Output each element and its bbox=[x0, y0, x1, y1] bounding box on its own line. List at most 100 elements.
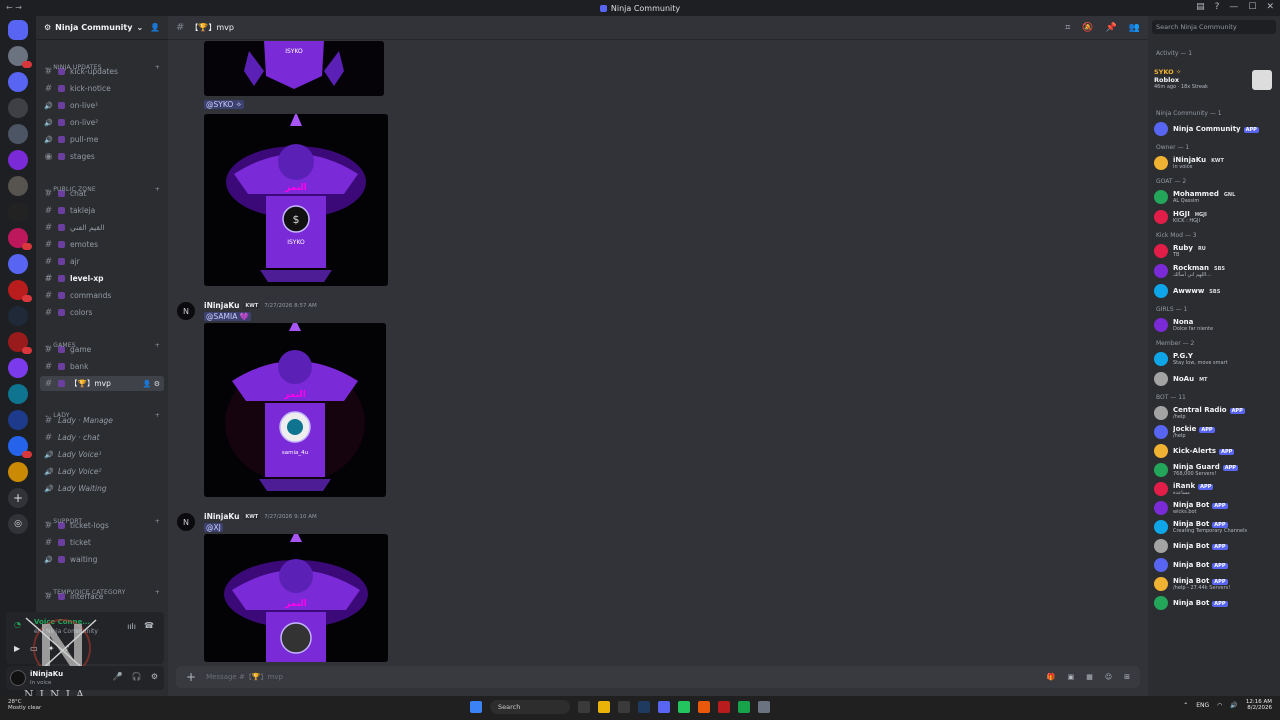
member-item[interactable]: Awwww SBS bbox=[1154, 282, 1276, 300]
server-icon[interactable] bbox=[8, 358, 28, 378]
server-icon[interactable] bbox=[8, 124, 28, 144]
gift-icon[interactable]: 🎁 bbox=[1047, 673, 1056, 681]
channel-item[interactable]: 🔊 on-live¹ bbox=[40, 98, 164, 113]
channel-item[interactable]: # commands bbox=[40, 288, 164, 303]
member-item[interactable]: Kick-Alerts APP bbox=[1154, 442, 1276, 460]
sticker-icon[interactable]: ▦ bbox=[1086, 673, 1093, 681]
category-header[interactable]: ⌄ PUBLIC ZONE + bbox=[44, 186, 160, 193]
wifi-icon[interactable]: ◠ bbox=[1217, 702, 1222, 709]
mute-icon[interactable]: 🎤 bbox=[113, 672, 123, 681]
disconnect-icon[interactable]: ☎ bbox=[144, 621, 154, 630]
channel-item[interactable]: # takleja bbox=[40, 203, 164, 218]
member-item[interactable]: HGJI HGJI KICK : HGJI bbox=[1154, 208, 1276, 226]
mvp-card-image[interactable]: النمر $ ISYKO bbox=[204, 114, 388, 286]
avatar[interactable] bbox=[10, 670, 26, 686]
taskbar-search[interactable]: Search bbox=[490, 700, 570, 714]
user-name[interactable]: iNinjaKu bbox=[30, 670, 63, 678]
store-icon[interactable] bbox=[618, 701, 630, 713]
close-button[interactable]: ✕ bbox=[1266, 2, 1274, 12]
server-icon[interactable] bbox=[8, 462, 28, 482]
channel-item[interactable]: 🔊 Lady Voice¹ bbox=[40, 447, 164, 462]
home-button[interactable] bbox=[8, 20, 28, 40]
server-icon[interactable] bbox=[8, 280, 32, 302]
steam-icon[interactable] bbox=[638, 701, 650, 713]
user-mention[interactable]: @SAMIA 💜 bbox=[204, 312, 252, 321]
channel-item[interactable]: 🔊 on-live² bbox=[40, 115, 164, 130]
add-server-button[interactable]: + bbox=[8, 488, 28, 508]
category-header[interactable]: ⌄ SUPPORT + bbox=[44, 518, 160, 525]
user-mention[interactable]: @SYKO ✧ bbox=[204, 100, 244, 109]
discord-icon[interactable] bbox=[658, 701, 670, 713]
mvp-card-image[interactable]: النمر bbox=[204, 534, 388, 662]
tray-chevron-icon[interactable]: ⌃ bbox=[1183, 702, 1188, 709]
member-item[interactable]: Ruby RU TB bbox=[1154, 242, 1276, 260]
mvp-card-image[interactable]: النمر samia_4u bbox=[204, 323, 386, 497]
noise-suppression-icon[interactable]: ıılı bbox=[127, 622, 136, 631]
member-item[interactable]: Ninja Bot APP bbox=[1154, 556, 1276, 574]
category-header[interactable]: ⌄ TEMPVOICE CATEGORY + bbox=[44, 589, 160, 596]
member-item[interactable]: Ninja Bot APP bbox=[1154, 537, 1276, 555]
message-input[interactable]: Message #【🏆】mvp bbox=[206, 672, 283, 682]
channel-item[interactable]: # bank bbox=[40, 359, 164, 374]
member-item[interactable]: Rockman SBS اللهم اني أسألك... bbox=[1154, 262, 1276, 280]
language-indicator[interactable]: ENG bbox=[1196, 702, 1209, 709]
server-icon[interactable] bbox=[8, 98, 28, 118]
avatar[interactable]: N bbox=[176, 301, 196, 321]
server-icon[interactable] bbox=[8, 72, 28, 92]
search-input[interactable]: Search Ninja Community bbox=[1152, 20, 1276, 34]
category-header[interactable]: ⌄ Lady + bbox=[44, 412, 160, 419]
brave-icon[interactable] bbox=[698, 701, 710, 713]
category-header[interactable]: ⌄ NINJA UPDATES + bbox=[44, 64, 160, 71]
member-item[interactable]: P.G.Y Stay low, move smart bbox=[1154, 350, 1276, 368]
inbox-icon[interactable]: ▤ bbox=[1196, 2, 1205, 12]
member-item[interactable]: Ninja Guard APP 768,000 Servers! bbox=[1154, 461, 1276, 479]
threads-icon[interactable]: ⌗ bbox=[1065, 23, 1070, 33]
apps-icon[interactable]: ⊞ bbox=[1124, 673, 1130, 681]
minimize-button[interactable]: — bbox=[1229, 2, 1238, 12]
weather-widget[interactable]: 28°C Mostly clear bbox=[8, 699, 41, 711]
emoji-icon[interactable]: ☺ bbox=[1105, 673, 1112, 681]
back-arrow-icon[interactable]: ← → bbox=[6, 3, 22, 12]
channel-item[interactable]: # ticket bbox=[40, 535, 164, 550]
settings-icon[interactable]: ⚙ bbox=[151, 672, 158, 681]
member-item[interactable]: iNinjaKu KWT In voice bbox=[1154, 154, 1276, 172]
discover-button[interactable]: ◎ bbox=[8, 514, 28, 534]
channel-item[interactable]: # colors bbox=[40, 305, 164, 320]
server-icon[interactable] bbox=[8, 384, 28, 404]
member-item[interactable]: Nona Dolce far niente bbox=[1154, 316, 1276, 334]
windows-start-icon[interactable] bbox=[470, 701, 482, 713]
server-icon[interactable] bbox=[8, 228, 32, 250]
clock[interactable]: 12:16 AM 8/2/2026 bbox=[1246, 699, 1272, 711]
server-icon[interactable] bbox=[8, 410, 28, 430]
app-icon[interactable] bbox=[738, 701, 750, 713]
channel-item[interactable]: 🔊 Lady Voice² bbox=[40, 464, 164, 479]
help-icon[interactable]: ? bbox=[1215, 2, 1220, 12]
add-channel-icon[interactable]: + bbox=[155, 412, 160, 419]
members-icon[interactable]: 👥 bbox=[1129, 23, 1140, 33]
activity-card[interactable]: SYKO ✧ Roblox 46m ago · 18x Streak bbox=[1154, 68, 1276, 98]
mvp-card-image[interactable]: ISYKO bbox=[204, 41, 384, 96]
server-icon[interactable] bbox=[8, 436, 32, 458]
task-view-icon[interactable] bbox=[578, 701, 590, 713]
file-explorer-icon[interactable] bbox=[598, 701, 610, 713]
chrome-icon[interactable] bbox=[678, 701, 690, 713]
member-item[interactable]: iRank APP مساعدة bbox=[1154, 480, 1276, 498]
attach-plus-icon[interactable]: + bbox=[186, 670, 196, 684]
add-channel-icon[interactable]: + bbox=[155, 64, 160, 71]
author-name[interactable]: iNinjaKu bbox=[204, 512, 239, 521]
channel-item[interactable]: # kick-notice bbox=[40, 81, 164, 96]
server-icon[interactable] bbox=[8, 332, 32, 354]
member-item[interactable]: Central Radio APP/help bbox=[1154, 404, 1276, 422]
guild-header[interactable]: ⚙ Ninja Community ⌄ 👤 bbox=[36, 16, 168, 40]
server-icon[interactable] bbox=[8, 176, 28, 196]
channel-item[interactable]: # level-xp bbox=[40, 271, 164, 286]
add-channel-icon[interactable]: + bbox=[155, 518, 160, 525]
channel-item[interactable]: 🔊 pull-me bbox=[40, 132, 164, 147]
gif-icon[interactable]: ▣ bbox=[1068, 673, 1075, 681]
add-channel-icon[interactable]: + bbox=[155, 186, 160, 193]
category-header[interactable]: ⌄ GAMES + bbox=[44, 342, 160, 349]
member-item[interactable]: NoAu MT bbox=[1154, 370, 1276, 388]
add-channel-icon[interactable]: + bbox=[155, 589, 160, 596]
channel-item[interactable]: ◉ stages bbox=[40, 149, 164, 164]
app-icon[interactable] bbox=[718, 701, 730, 713]
